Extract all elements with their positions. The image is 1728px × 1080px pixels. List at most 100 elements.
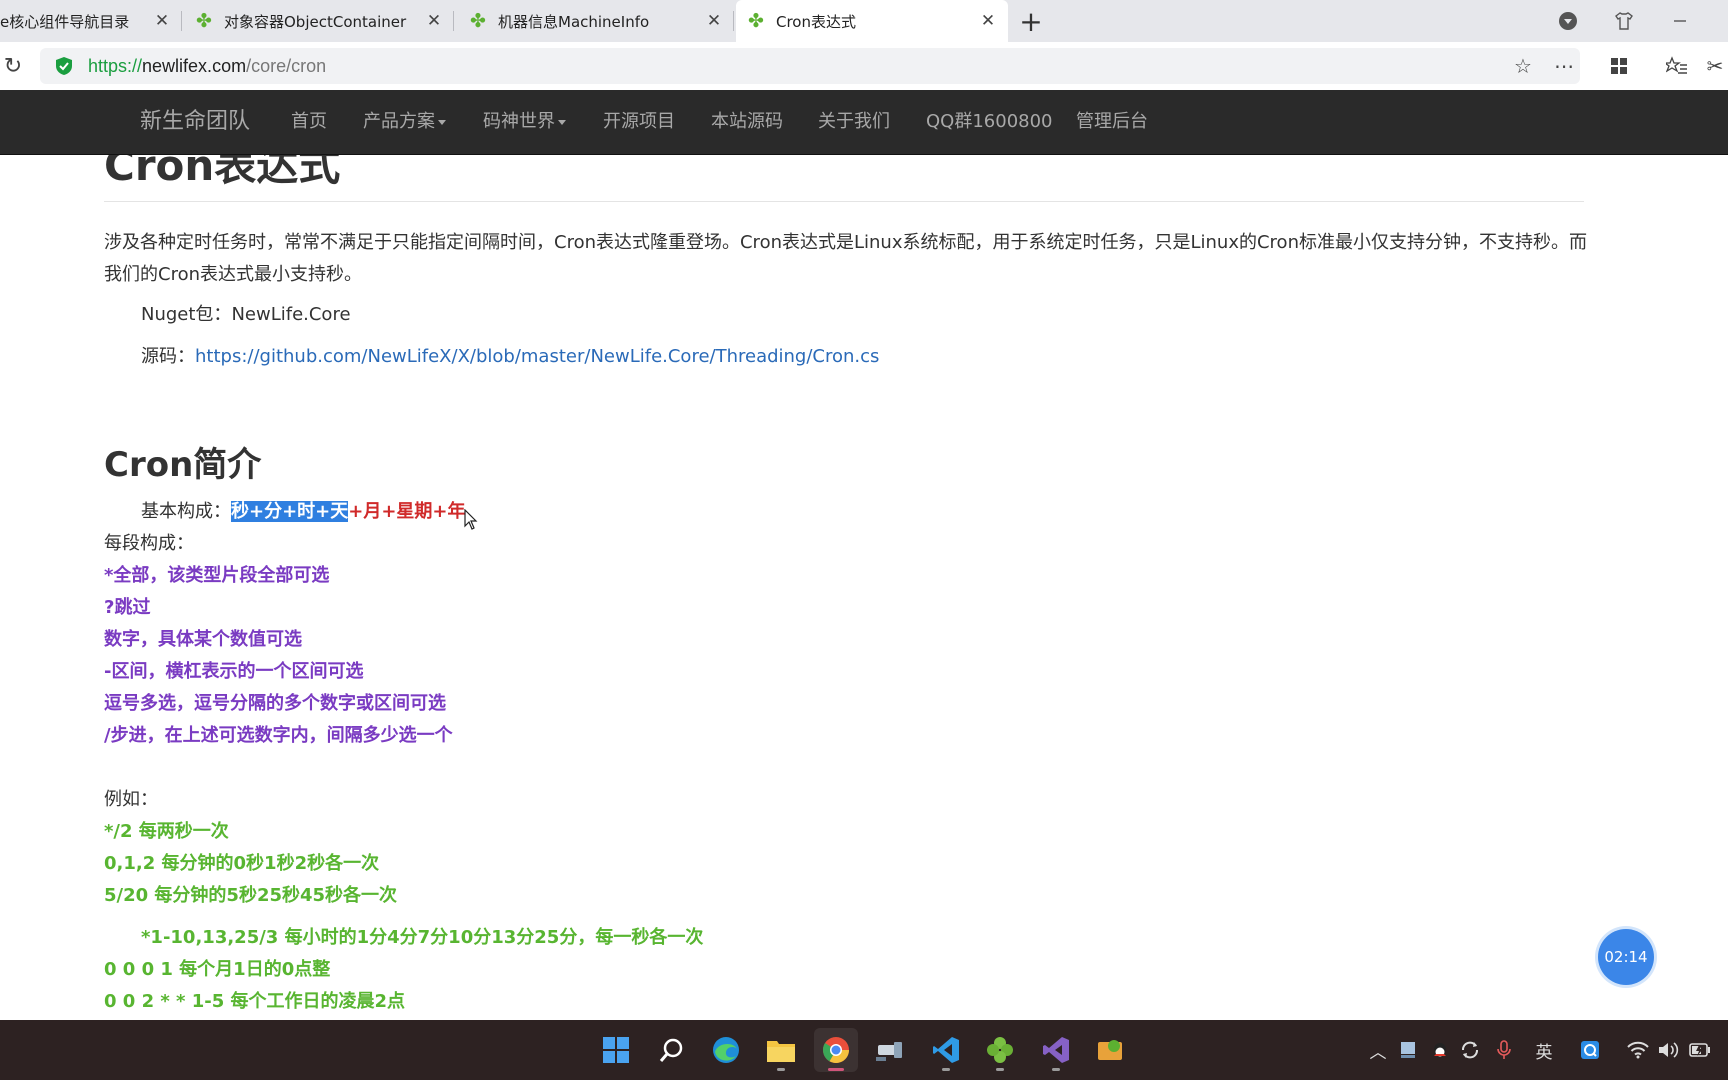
apps-grid-icon[interactable] <box>1606 53 1632 79</box>
site-navbar: 新生命团队 首页 产品方案 码神世界 开源项目 本站源码 关于我们 QQ群160… <box>0 90 1728 155</box>
nav-codegod-world[interactable]: 码神世界 <box>483 90 566 154</box>
basic-structure-line: 基本构成：秒+分+时+天+月+星期+年 <box>141 500 466 524</box>
ime-indicator[interactable]: 英 <box>1532 1038 1556 1063</box>
tray-app-icon[interactable] <box>1396 1038 1420 1062</box>
secure-shield-icon <box>56 57 72 75</box>
url-text: https://newlifex.com/core/cron <box>88 48 326 84</box>
chevron-down-icon <box>438 119 446 125</box>
site-brand[interactable]: 新生命团队 <box>140 90 250 154</box>
nuget-value: NewLife.Core <box>231 304 351 325</box>
browser-tab-strip: e核心组件导航目录 ✕ ✤ 对象容器ObjectContainer ✕ ✤ 机器… <box>0 0 1728 42</box>
example-item: *1-10,13,25/3 每小时的1分4分7分10分13分25分，每一秒各一次 <box>141 927 704 948</box>
windows-taskbar: ︿ 英 <box>0 1020 1728 1080</box>
intro-paragraph: 涉及各种定时任务时，常常不满足于只能指定间隔时间，Cron表达式隆重登场。Cro… <box>104 232 1587 285</box>
selected-text: 秒+分+时+天 <box>231 501 349 522</box>
segment-item: -区间，横杠表示的一个区间可选 <box>104 661 364 682</box>
windows-start-icon[interactable] <box>594 1028 638 1072</box>
nav-label: 产品方案 <box>363 111 435 132</box>
reload-icon[interactable]: ↻ <box>0 53 26 79</box>
tab-label: e核心组件导航目录 <box>0 12 130 31</box>
qq-icon[interactable] <box>1428 1038 1452 1062</box>
close-icon[interactable]: ✕ <box>704 11 724 31</box>
nuget-label: Nuget包： <box>141 304 232 325</box>
nav-home[interactable]: 首页 <box>291 90 327 154</box>
segment-item: ?跳过 <box>104 597 151 618</box>
new-tab-button[interactable]: + <box>1016 5 1046 38</box>
nav-site-source[interactable]: 本站源码 <box>711 90 783 154</box>
vscode-icon[interactable] <box>924 1028 968 1072</box>
wifi-icon[interactable] <box>1626 1038 1650 1062</box>
segment-label: 每段构成： <box>104 533 194 554</box>
nav-label: 码神世界 <box>483 111 555 132</box>
volume-icon[interactable] <box>1656 1038 1680 1062</box>
microphone-icon[interactable] <box>1492 1038 1516 1062</box>
url-field[interactable]: https://newlifex.com/core/cron <box>40 48 1580 84</box>
nav-label: QQ群1600800 <box>926 111 1053 132</box>
favorites-list-icon[interactable] <box>1664 53 1690 79</box>
edge-icon[interactable] <box>704 1028 748 1072</box>
tab-label: Cron表达式 <box>776 12 856 31</box>
basic-rest: +月+星期+年 <box>348 501 466 522</box>
chevron-down-icon <box>558 119 566 125</box>
nav-label: 关于我们 <box>818 111 890 132</box>
example-item: */2 每两秒一次 <box>104 821 229 842</box>
page-title: Cron表达式 <box>104 155 341 190</box>
example-item: 0 0 2 * * 1-5 每个工作日的凌晨2点 <box>104 991 406 1012</box>
nav-about[interactable]: 关于我们 <box>818 90 890 154</box>
nav-label: 首页 <box>291 111 327 132</box>
nav-open-source[interactable]: 开源项目 <box>603 90 675 154</box>
clover-icon[interactable] <box>978 1028 1022 1072</box>
battery-icon[interactable] <box>1688 1038 1712 1062</box>
tab-label: 对象容器ObjectContainer <box>224 12 407 31</box>
source-line: 源码：https://github.com/NewLifeX/X/blob/ma… <box>141 345 879 369</box>
tray-app-icon[interactable] <box>1578 1038 1602 1062</box>
running-indicator <box>1052 1068 1060 1071</box>
visual-studio-icon[interactable] <box>1034 1028 1078 1072</box>
scissors-icon[interactable]: ✂ <box>1702 53 1728 79</box>
nav-admin[interactable]: 管理后台 <box>1076 90 1148 154</box>
example-item: 0,1,2 每分钟的0秒1秒2秒各一次 <box>104 853 380 874</box>
url-scheme: https:// <box>88 56 143 76</box>
nav-qq-group[interactable]: QQ群1600800 <box>926 90 1053 154</box>
nav-label: 开源项目 <box>603 111 675 132</box>
article-content: Cron表达式 涉及各种定时任务时，常常不满足于只能指定间隔时间，Cron表达式… <box>0 155 1728 1019</box>
tab-machine-info[interactable]: ✤ 机器信息MachineInfo ✕ <box>458 0 734 42</box>
source-link[interactable]: https://github.com/NewLifeX/X/blob/maste… <box>195 346 879 367</box>
downloads-icon[interactable] <box>1554 8 1582 34</box>
nuget-line: Nuget包：NewLife.Core <box>141 303 351 327</box>
tool-icon[interactable] <box>868 1028 912 1072</box>
nav-label: 管理后台 <box>1076 111 1148 132</box>
section-title: Cron简介 <box>104 445 262 485</box>
tab-core-components[interactable]: e核心组件导航目录 ✕ <box>0 0 182 42</box>
segment-item: *全部，该类型片段全部可选 <box>104 565 330 586</box>
chevron-up-icon[interactable]: ︿ <box>1366 1038 1390 1063</box>
more-options-icon[interactable]: ⋯ <box>1551 53 1577 79</box>
address-bar: ↻ https://newlifex.com/core/cron ☆ ⋯ ✂ <box>0 42 1728 91</box>
mouse-cursor-icon <box>464 509 478 530</box>
segment-item: 逗号多选，逗号分隔的多个数字或区间可选 <box>104 693 446 714</box>
example-label: 例如： <box>104 789 158 810</box>
bookmark-star-icon[interactable]: ☆ <box>1510 53 1536 79</box>
segment-item: /步进，在上述可选数字内，间隔多少选一个 <box>104 725 453 746</box>
close-icon[interactable]: ✕ <box>424 11 444 31</box>
sync-icon[interactable] <box>1458 1038 1482 1062</box>
file-explorer-icon[interactable] <box>759 1028 803 1072</box>
url-path: /core/cron <box>246 56 327 76</box>
tab-cron[interactable]: ✤ Cron表达式 ✕ <box>736 0 1008 42</box>
nav-products[interactable]: 产品方案 <box>363 90 446 154</box>
skin-icon[interactable] <box>1610 8 1638 34</box>
close-icon[interactable]: ✕ <box>152 11 172 31</box>
recording-timer[interactable]: 02:14 <box>1598 929 1654 985</box>
title-divider <box>104 201 1584 202</box>
search-icon[interactable] <box>650 1028 694 1072</box>
running-indicator <box>828 1068 844 1071</box>
url-host: newlifex.com <box>142 56 247 76</box>
tab-object-container[interactable]: ✤ 对象容器ObjectContainer ✕ <box>184 0 454 42</box>
running-indicator <box>777 1068 785 1071</box>
clover-icon: ✤ <box>196 10 212 32</box>
minimize-icon[interactable] <box>1666 8 1694 34</box>
segment-item: 数字，具体某个数值可选 <box>104 629 302 650</box>
close-icon[interactable]: ✕ <box>978 11 998 31</box>
chrome-icon[interactable] <box>814 1028 858 1072</box>
app-icon[interactable] <box>1088 1028 1132 1072</box>
